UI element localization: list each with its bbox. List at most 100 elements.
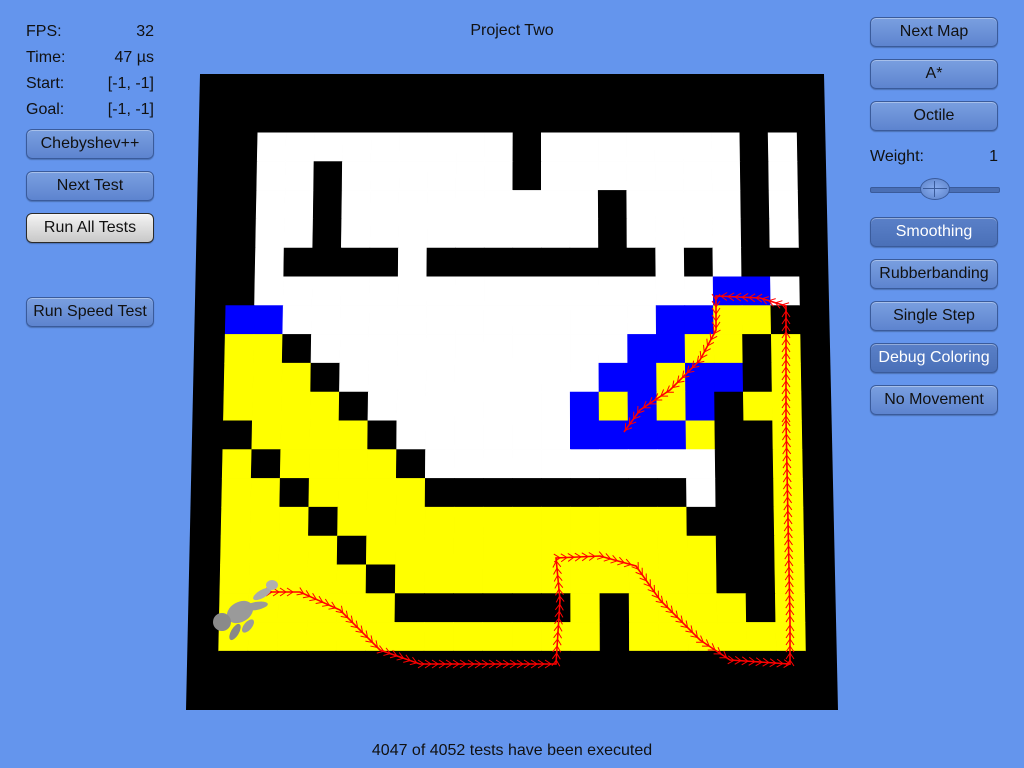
map-cell[interactable] [569, 449, 600, 479]
map-cell[interactable] [424, 564, 455, 594]
map-cell[interactable] [221, 449, 253, 479]
map-cell[interactable] [224, 334, 255, 364]
map-cell[interactable] [629, 650, 660, 681]
map-cell[interactable] [628, 506, 659, 537]
map-cell[interactable] [255, 190, 286, 220]
map-cell[interactable] [426, 218, 457, 249]
map-cell[interactable] [657, 506, 688, 537]
map-cell[interactable] [368, 276, 399, 306]
map-cell[interactable] [657, 535, 688, 566]
map-cell[interactable] [743, 420, 774, 450]
map-cell[interactable] [483, 362, 513, 393]
map-cell[interactable] [398, 161, 429, 191]
map-cell[interactable] [569, 362, 600, 393]
map-cell[interactable] [483, 218, 514, 249]
map-cell[interactable] [336, 535, 367, 566]
map-cell[interactable] [366, 478, 397, 508]
map-cell[interactable] [657, 478, 688, 508]
map-cell[interactable] [453, 506, 484, 537]
map-cell[interactable] [767, 103, 797, 134]
map-cell[interactable] [599, 564, 630, 594]
map-cell[interactable] [682, 132, 713, 162]
map-cell[interactable] [540, 218, 571, 249]
map-cell[interactable] [598, 391, 629, 422]
map-cell[interactable] [314, 103, 344, 134]
map-cell[interactable] [770, 276, 800, 306]
map-cell[interactable] [570, 535, 601, 566]
map-cell[interactable] [569, 334, 600, 364]
map-cell[interactable] [368, 305, 399, 335]
map-cell[interactable] [257, 103, 287, 134]
map-cell[interactable] [249, 535, 280, 566]
map-cell[interactable] [425, 334, 456, 364]
map-cell[interactable] [655, 218, 685, 249]
map-cell[interactable] [541, 420, 571, 450]
map-cell[interactable] [227, 161, 258, 191]
map-cell[interactable] [312, 218, 343, 249]
map-cell[interactable] [340, 218, 371, 249]
map-cell[interactable] [276, 650, 307, 681]
map-cell[interactable] [336, 564, 367, 594]
map-cell[interactable] [569, 190, 599, 220]
map-cell[interactable] [341, 190, 371, 220]
map-cell[interactable] [512, 161, 542, 191]
map-cell[interactable] [683, 161, 713, 191]
map-cell[interactable] [654, 161, 684, 191]
map-cell[interactable] [569, 420, 600, 450]
map-cell[interactable] [217, 650, 249, 681]
map-cell[interactable] [366, 449, 397, 479]
map-cell[interactable] [454, 362, 485, 393]
map-cell[interactable] [482, 564, 513, 594]
map-cell[interactable] [511, 506, 542, 537]
map-cell[interactable] [512, 247, 542, 278]
map-cell[interactable] [482, 506, 513, 537]
map-cell[interactable] [397, 305, 427, 335]
map-cell[interactable] [715, 478, 746, 508]
map-cell[interactable] [482, 622, 513, 652]
map-cell[interactable] [313, 132, 344, 162]
map-cell[interactable] [540, 247, 571, 278]
map-cell[interactable] [455, 161, 485, 191]
map-cell[interactable] [745, 564, 776, 594]
map-cell[interactable] [483, 420, 513, 450]
map-cell[interactable] [253, 334, 284, 364]
map-cell[interactable] [628, 535, 659, 566]
pathfinding-map[interactable] [0, 0, 1024, 768]
map-cell[interactable] [337, 449, 368, 479]
map-cell[interactable] [484, 103, 514, 134]
map-cell[interactable] [768, 190, 799, 220]
map-cell[interactable] [394, 622, 425, 652]
map-cell[interactable] [220, 506, 252, 537]
map-cell[interactable] [370, 161, 400, 191]
map-cell[interactable] [424, 449, 455, 479]
map-cell[interactable] [424, 478, 455, 508]
map-cell[interactable] [395, 506, 426, 537]
map-cell[interactable] [395, 478, 426, 508]
map-cell[interactable] [365, 535, 397, 566]
map-cell[interactable] [335, 650, 366, 681]
map-cell[interactable] [395, 449, 426, 479]
map-cell[interactable] [569, 161, 599, 191]
map-cell[interactable] [712, 276, 743, 306]
map-cell[interactable] [599, 650, 630, 681]
map-cell[interactable] [426, 190, 457, 220]
map-cell[interactable] [682, 103, 712, 134]
map-cell[interactable] [598, 305, 628, 335]
map-cell[interactable] [396, 391, 427, 422]
map-cell[interactable] [540, 103, 571, 134]
map-cell[interactable] [655, 334, 686, 364]
map-cell[interactable] [716, 593, 747, 623]
map-cell[interactable] [454, 305, 485, 335]
map-cell[interactable] [627, 449, 658, 479]
map-cell[interactable] [599, 506, 630, 537]
map-cell[interactable] [423, 593, 455, 623]
map-cell[interactable] [454, 334, 485, 364]
map-cell[interactable] [626, 190, 656, 220]
map-cell[interactable] [455, 190, 485, 220]
map-cell[interactable] [745, 593, 777, 623]
map-cell[interactable] [311, 305, 341, 335]
map-cell[interactable] [367, 420, 398, 450]
map-cell[interactable] [570, 478, 600, 508]
map-cell[interactable] [511, 449, 542, 479]
map-cell[interactable] [256, 132, 287, 162]
